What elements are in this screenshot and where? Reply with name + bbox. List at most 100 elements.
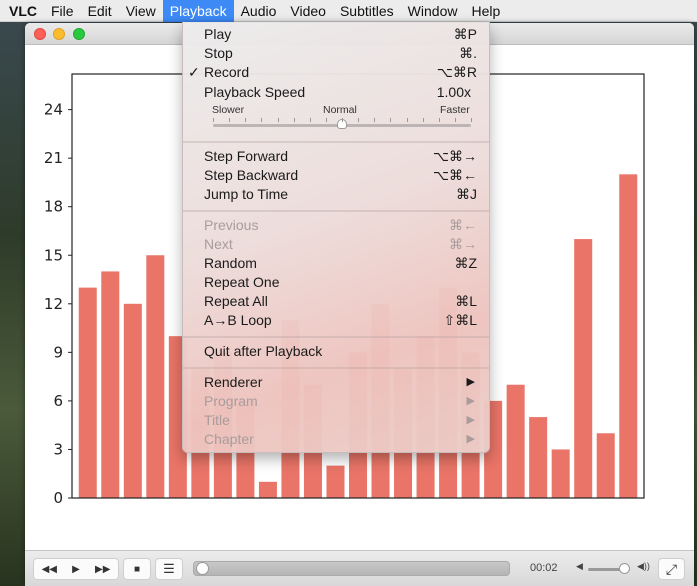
menu-view[interactable]: View xyxy=(119,0,163,22)
transport-group: ◀◀ ▶ ▶▶ xyxy=(33,558,119,580)
separator xyxy=(183,210,489,212)
bar xyxy=(123,303,142,498)
speed-tick xyxy=(471,118,472,122)
menu-item-play[interactable]: Play ⌘P xyxy=(183,25,489,44)
speed-tick xyxy=(438,118,440,122)
y-tick-label: 18 xyxy=(44,198,63,216)
label: Program xyxy=(204,393,258,409)
menu-window[interactable]: Window xyxy=(401,0,465,22)
volume-slider[interactable] xyxy=(588,563,630,574)
bar xyxy=(101,271,120,498)
menu-item-previous: Previous ⌘← xyxy=(183,216,489,235)
playback-menu: Play ⌘P Stop ⌘. ✓ Record ⌥⌘R Playback Speed 1… xyxy=(182,22,490,453)
speed-tick xyxy=(390,118,392,122)
menu-item-random[interactable]: Random ⌘Z xyxy=(183,254,489,273)
speed-tick xyxy=(213,118,214,122)
menu-item-renderer[interactable]: Renderer ▶ xyxy=(183,373,489,392)
speed-value: 1.00x xyxy=(436,84,471,100)
volume-knob[interactable] xyxy=(618,563,630,574)
label: Title xyxy=(204,412,230,428)
menu-item-chapter: Chapter ▶ xyxy=(183,430,489,449)
shortcut: ⌥⌘→ xyxy=(432,148,477,164)
menu-item-record[interactable]: ✓ Record ⌥⌘R xyxy=(183,63,489,82)
bar xyxy=(146,255,165,498)
playlist-button[interactable]: ☰ xyxy=(155,558,183,580)
speed-tick xyxy=(358,118,360,122)
speed-tick xyxy=(454,118,456,122)
y-tick-label: 21 xyxy=(44,149,63,167)
menu-video[interactable]: Video xyxy=(283,0,333,22)
menu-item-step-forward[interactable]: Step Forward ⌥⌘→ xyxy=(183,147,489,166)
menu-audio[interactable]: Audio xyxy=(234,0,284,22)
fullscreen-button[interactable]: ⤢ xyxy=(658,558,685,580)
bar xyxy=(551,449,570,498)
separator xyxy=(183,367,489,369)
menu-item-quit-after-playback[interactable]: Quit after Playback xyxy=(183,342,489,361)
speed-tick xyxy=(406,118,408,122)
menu-item-ab-loop[interactable]: A→B Loop ⇧⌘L xyxy=(183,311,489,330)
minimize-button[interactable] xyxy=(53,28,65,40)
speed-tick xyxy=(229,118,231,122)
menu-help[interactable]: Help xyxy=(464,0,507,22)
y-tick-label: 24 xyxy=(44,101,63,119)
label: Repeat One xyxy=(204,274,280,290)
menu-bar: VLC File Edit View Playback Audio Video … xyxy=(0,0,697,22)
speed-normal-label: Normal xyxy=(323,104,357,116)
label: Repeat All xyxy=(204,293,268,309)
play-button[interactable]: ▶ xyxy=(72,564,80,575)
shortcut: ⌘L xyxy=(455,293,477,309)
label: Playback Speed xyxy=(204,84,306,100)
playback-controls: ◀◀ ▶ ▶▶ ■ ☰ 00:02 ◀ ◀)) ⤢ xyxy=(25,550,694,586)
volume-low-icon: ◀ xyxy=(576,561,583,571)
menu-item-repeat-one[interactable]: Repeat One xyxy=(183,273,489,292)
menu-vlc[interactable]: VLC xyxy=(0,0,44,22)
menu-item-playback-speed: Playback Speed 1.00x xyxy=(183,83,489,102)
shortcut: ⌘J xyxy=(456,186,477,202)
speed-tick xyxy=(293,118,295,122)
shortcut: ⌘→ xyxy=(449,236,477,252)
y-tick-label: 6 xyxy=(53,392,63,410)
stop-button[interactable]: ■ xyxy=(123,558,151,580)
shortcut: ⇧⌘L xyxy=(443,312,477,328)
separator xyxy=(183,141,489,143)
menu-item-repeat-all[interactable]: Repeat All ⌘L xyxy=(183,292,489,311)
shortcut: ⌥⌘← xyxy=(432,167,477,183)
speed-tick xyxy=(245,118,247,122)
bar xyxy=(574,239,593,498)
label: Jump to Time xyxy=(204,186,289,202)
y-tick-label: 0 xyxy=(53,489,63,507)
y-tick-label: 15 xyxy=(44,246,63,264)
menu-playback[interactable]: Playback xyxy=(162,0,234,22)
close-button[interactable] xyxy=(34,28,46,40)
label: Chapter xyxy=(204,431,254,447)
menu-item-title: Title ▶ xyxy=(183,411,489,430)
playback-speed-slider[interactable] xyxy=(213,118,472,129)
seek-knob[interactable] xyxy=(196,562,209,575)
bar xyxy=(78,287,97,498)
label: Step Backward xyxy=(204,167,299,183)
menu-item-jump-to-time[interactable]: Jump to Time ⌘J xyxy=(183,185,489,204)
checkmark-icon: ✓ xyxy=(188,64,200,80)
menu-file[interactable]: File xyxy=(44,0,81,22)
fast-forward-button[interactable]: ▶▶ xyxy=(95,564,110,575)
label: Quit after Playback xyxy=(204,343,323,359)
zoom-button[interactable] xyxy=(73,28,85,40)
shortcut: ⌘Z xyxy=(454,255,477,271)
submenu-arrow-icon: ▶ xyxy=(466,433,475,445)
seek-bar[interactable] xyxy=(193,561,510,576)
label: Renderer xyxy=(204,374,263,390)
menu-item-step-backward[interactable]: Step Backward ⌥⌘← xyxy=(183,166,489,185)
label: Play xyxy=(204,26,232,42)
speed-tick xyxy=(277,118,279,122)
menu-edit[interactable]: Edit xyxy=(81,0,119,22)
speed-tick xyxy=(261,118,263,122)
menu-item-next: Next ⌘→ xyxy=(183,235,489,254)
menu-subtitles[interactable]: Subtitles xyxy=(333,0,401,22)
submenu-arrow-icon: ▶ xyxy=(466,376,475,388)
bar xyxy=(596,433,615,498)
rewind-button[interactable]: ◀◀ xyxy=(42,564,57,575)
menu-item-stop[interactable]: Stop ⌘. xyxy=(183,44,489,63)
shortcut: ⌘P xyxy=(453,26,477,42)
elapsed-time: 00:02 xyxy=(530,562,558,574)
bar xyxy=(529,417,548,498)
